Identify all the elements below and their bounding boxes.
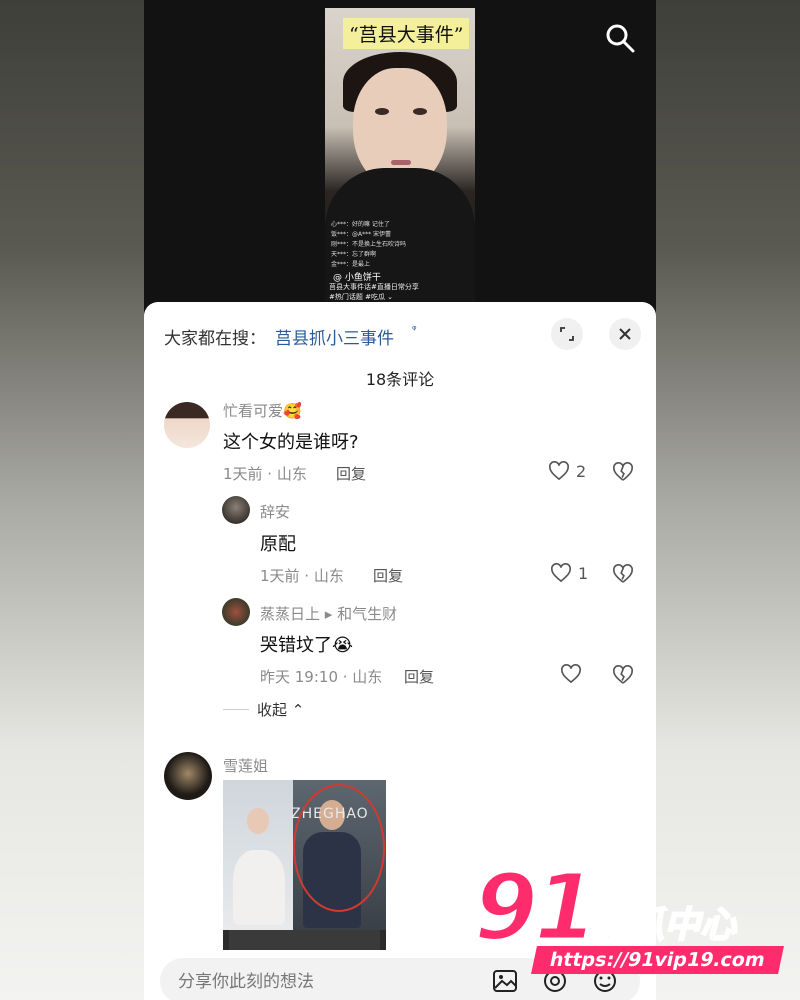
avatar[interactable]	[222, 598, 250, 626]
live-tags: 莒县大事件话#直播日常分享 #热门话题 #吃瓜 ⌄	[329, 282, 475, 302]
heart-icon	[549, 461, 569, 481]
suggestion-search-icon: ᵠ	[412, 323, 417, 336]
suggestion-prefix: 大家都在搜：	[164, 329, 266, 349]
video-figure-eye	[375, 108, 389, 115]
like-count: 1	[578, 563, 589, 583]
live-chat-line: 天***：忘了群啊	[331, 251, 377, 258]
live-tag-line: 莒县大事件话#直播日常分享	[329, 283, 419, 291]
avatar[interactable]	[164, 752, 212, 800]
photo-bride-dress	[233, 850, 285, 925]
avatar[interactable]	[222, 496, 250, 524]
divider	[223, 709, 249, 710]
live-chat-line: 饭***：@A*** 宋伊蕾	[331, 231, 392, 238]
video-figure-mouth	[391, 160, 411, 165]
comment-username[interactable]: 辞安	[260, 501, 290, 522]
like-count: 2	[576, 461, 587, 481]
photo-bottom-bar	[229, 930, 380, 950]
video-caption: “莒县大事件”	[343, 18, 470, 49]
live-chat-line: 刚***：不是换上生石吹诗吗	[331, 241, 407, 248]
comment-photo[interactable]: ZHEGHAO	[223, 780, 386, 950]
watermark-url: https://91vip19.com	[531, 946, 784, 974]
comment-meta: 昨天 19:10 · 山东	[260, 668, 383, 686]
collapse-label: 收起 ⌃	[257, 701, 305, 719]
comment-meta: 1天前 · 山东	[223, 465, 307, 483]
comment-username[interactable]: 蒸蒸日上 ▸ 和气生财	[260, 603, 397, 624]
comment-username[interactable]: 雪莲姐	[223, 755, 268, 776]
like-button[interactable]: 2	[548, 461, 586, 481]
comment-count-title: 18条评论	[365, 370, 435, 389]
reply-button[interactable]: 回复	[373, 565, 403, 586]
reply-button[interactable]: 回复	[404, 666, 434, 687]
comment-meta: 1天前 · 山东	[260, 567, 344, 585]
live-tag-line: #热门话题 #吃瓜 ⌄	[329, 293, 394, 301]
live-chat-line: 金***：是最上	[331, 261, 371, 268]
broken-heart-icon[interactable]	[612, 462, 634, 482]
live-chat-line: 心***：好的嘛 记住了	[331, 221, 390, 228]
watermark-text: 吃瓜中心	[591, 904, 737, 947]
expand-button[interactable]	[551, 318, 583, 350]
watermark-logo: 91 吃瓜中心 https://91vip19.com	[472, 853, 784, 988]
heart-icon	[561, 664, 581, 684]
video-player[interactable]: “莒县大事件” 心***：好的嘛 记住了 饭***：@A*** 宋伊蕾 刚***…	[325, 8, 475, 304]
broken-heart-icon[interactable]	[612, 564, 634, 584]
live-chat: 心***：好的嘛 记住了 饭***：@A*** 宋伊蕾 刚***：不是换上生石吹…	[331, 220, 471, 270]
comment-text: 原配	[260, 534, 296, 555]
expand-icon	[560, 327, 574, 341]
video-figure-eye	[413, 108, 427, 115]
photo-red-circle	[293, 784, 385, 912]
phone-screen: “莒县大事件” 心***：好的嘛 记住了 饭***：@A*** 宋伊蕾 刚***…	[144, 0, 656, 1000]
avatar[interactable]	[164, 402, 210, 448]
watermark-number: 91	[472, 853, 599, 963]
like-button[interactable]: 1	[550, 563, 588, 583]
search-icon[interactable]	[604, 22, 636, 54]
comment-input[interactable]	[176, 968, 480, 996]
heart-icon	[551, 563, 571, 583]
collapse-replies-button[interactable]: 收起 ⌃	[223, 699, 304, 720]
close-icon	[619, 328, 631, 340]
suggestion-query-link[interactable]: 莒县抓小三事件	[275, 324, 394, 349]
reply-button[interactable]: 回复	[336, 463, 366, 484]
broken-heart-icon[interactable]	[612, 665, 634, 685]
close-button[interactable]	[609, 318, 641, 350]
photo-bride-head	[247, 808, 269, 834]
comment-text: 这个女的是谁呀?	[223, 432, 359, 453]
comment-text: 哭错坟了😭	[260, 635, 354, 656]
like-button[interactable]	[560, 664, 588, 684]
comment-username[interactable]: 忙看可爱🥰	[223, 400, 302, 421]
